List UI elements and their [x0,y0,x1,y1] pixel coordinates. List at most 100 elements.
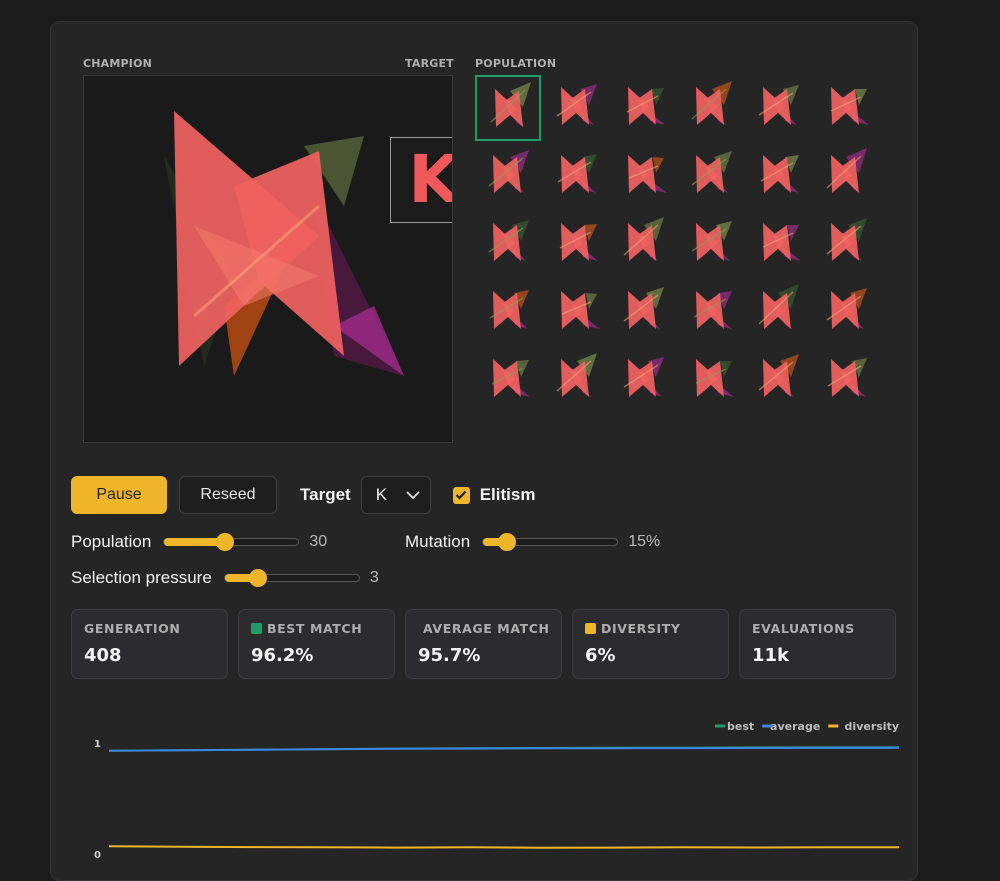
population-cell[interactable] [610,143,676,209]
population-cell[interactable] [475,347,541,413]
target-letter: K [408,147,452,213]
individual-render [556,84,597,125]
population-cell[interactable] [610,279,676,345]
population-slider[interactable] [163,533,300,551]
mutation-slider-label: Mutation [405,532,471,551]
stat-value: 11k [752,645,790,666]
individual-render [560,291,600,329]
population-cell[interactable] [543,143,609,209]
population-cell[interactable] [543,75,609,141]
y-tick-label: 1 [94,739,101,750]
population-cell[interactable] [543,211,609,277]
individual-render [628,155,667,193]
population-cell[interactable] [475,75,541,141]
individual-render [623,357,664,397]
pause-button[interactable]: Pause [71,476,167,514]
population-slider-value: 30 [309,533,328,550]
individual-render [830,87,869,125]
selection-slider[interactable] [223,569,360,587]
main-panel: CHAMPION TARGET POPULATION K Pause Resee… [50,21,918,881]
individual-render [695,359,734,397]
population-slider-row: Population 30 [71,530,327,554]
check-icon [455,490,467,500]
target-preview: K [390,137,452,223]
stat-card-generation: GENERATION 408 [71,609,228,679]
y-tick-label: 0 [94,850,101,861]
stat-label: BEST MATCH [267,621,363,636]
population-cell[interactable] [678,75,744,141]
selection-slider-label: Selection pressure [71,568,212,587]
stat-card-evaluations: EVALUATIONS 11k [739,609,896,679]
mutation-slider[interactable] [482,533,619,551]
population-cell[interactable] [543,279,609,345]
stats-row: GENERATION 408 BEST MATCH 96.2% AVERAGE … [71,609,906,679]
population-grid[interactable] [475,75,885,415]
elitism-label: Elitism [479,485,536,504]
population-cell[interactable] [813,279,879,345]
population-cell[interactable] [745,211,811,277]
population-cell[interactable] [610,347,676,413]
individual-render [559,223,598,261]
population-cell[interactable] [678,211,744,277]
individual-render [626,87,665,125]
history-chart: 1 0 diversity average best [94,720,900,861]
selection-slider-row: Selection pressure 3 [71,566,379,590]
target-select-value: K [375,485,388,504]
individual-render [691,81,732,125]
stat-value: 6% [585,645,616,666]
individual-render [557,154,597,193]
population-label: POPULATION [475,57,557,70]
reseed-button[interactable]: Reseed [179,476,277,514]
stat-value: 408 [84,645,122,666]
population-cell[interactable] [813,143,879,209]
population-slider-thumb[interactable] [215,533,234,551]
target-select[interactable]: K [360,476,431,514]
population-cell[interactable] [610,211,676,277]
stat-card-average-match: AVERAGE MATCH 95.7% [405,609,562,679]
population-cell[interactable] [813,75,879,141]
population-cell[interactable] [678,279,744,345]
legend-label: best [727,720,754,733]
individual-render [691,221,732,261]
individual-render [623,217,664,261]
individual-render [826,218,867,261]
series-line-diversity [108,845,900,849]
individual-render [762,223,801,261]
individual-render [489,290,529,329]
controls-row: Pause Reseed Target K Elitism [71,476,535,514]
individual-render [488,150,529,193]
champion-label: CHAMPION [83,57,153,70]
population-cell[interactable] [475,143,541,209]
series-line-average [108,746,900,752]
selection-slider-value: 3 [369,569,379,586]
population-cell[interactable] [543,347,609,413]
population-cell[interactable] [475,211,541,277]
stat-label: EVALUATIONS [752,621,855,636]
population-cell[interactable] [610,75,676,141]
individual-render [760,155,799,193]
population-cell[interactable] [475,279,541,345]
population-cell[interactable] [745,347,811,413]
legend-label: diversity [845,720,899,733]
population-cell[interactable] [745,75,811,141]
target-select-label: Target [300,485,351,504]
individual-render [826,288,867,329]
mutation-slider-row: Mutation 15% [405,530,660,554]
legend-label: average [770,720,820,733]
individual-render [758,284,799,329]
stat-card-best-match: BEST MATCH 96.2% [238,609,395,679]
individual-render [827,358,867,397]
population-cell[interactable] [745,143,811,209]
individual-render [491,359,530,397]
elitism-checkbox[interactable] [452,486,470,504]
individual-render [691,151,732,193]
population-cell[interactable] [813,347,879,413]
individual-render [693,291,732,329]
individual-render [758,354,799,397]
mutation-slider-thumb[interactable] [498,533,517,551]
population-cell[interactable] [745,279,811,345]
population-cell[interactable] [813,211,879,277]
population-cell[interactable] [678,143,744,209]
selection-slider-thumb[interactable] [249,569,268,587]
population-cell[interactable] [678,347,744,413]
